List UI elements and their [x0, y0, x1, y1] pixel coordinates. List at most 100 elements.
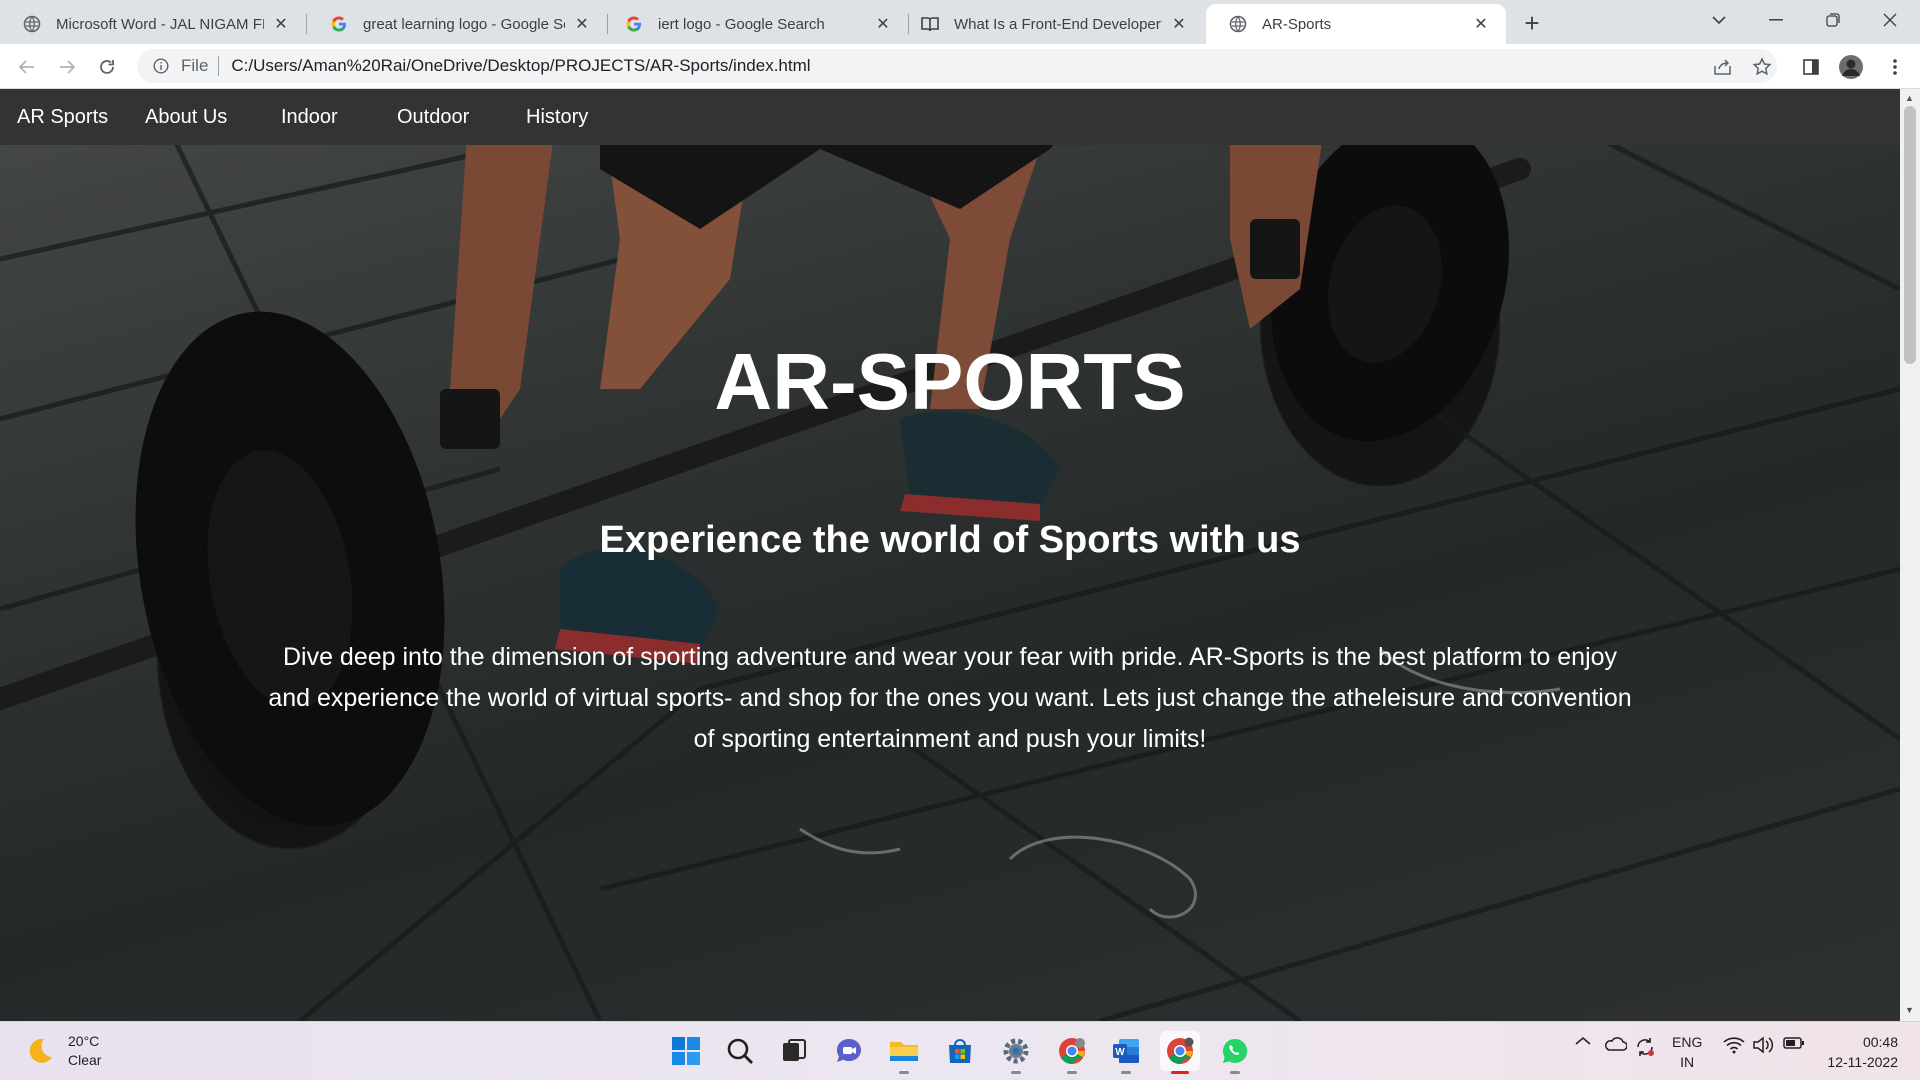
language-code: ENG: [1672, 1034, 1703, 1050]
bookmark-button[interactable]: [1749, 54, 1775, 80]
address-bar[interactable]: File C:/Users/Aman%20Rai/OneDrive/Deskto…: [137, 49, 1777, 83]
page-viewport: AR Sports About Us Indoor Outdoor Histor…: [0, 89, 1900, 1021]
chat-button[interactable]: [829, 1031, 869, 1071]
scroll-down-arrow-icon[interactable]: ▼: [1905, 1005, 1914, 1015]
forward-button[interactable]: [52, 52, 82, 82]
restore-icon: [1826, 13, 1840, 27]
network-button[interactable]: [1723, 1036, 1745, 1054]
avatar: [1839, 55, 1863, 79]
new-tab-button[interactable]: +: [1517, 8, 1547, 38]
wifi-icon: [1723, 1037, 1745, 1054]
volume-button[interactable]: [1752, 1036, 1774, 1054]
nav-link-outdoor[interactable]: Outdoor: [397, 106, 469, 129]
back-button[interactable]: [12, 52, 42, 82]
word-button[interactable]: W: [1106, 1031, 1146, 1074]
reload-button[interactable]: [92, 52, 122, 82]
running-indicator: [899, 1071, 909, 1074]
tab-title: Microsoft Word - JAL NIGAM FIR: [56, 15, 264, 33]
tab-ar-sports[interactable]: AR-Sports ✕: [1206, 4, 1506, 44]
info-icon[interactable]: [151, 56, 171, 76]
tab-title: What Is a Front-End Developer?: [954, 15, 1162, 33]
url-text[interactable]: C:/Users/Aman%20Rai/OneDrive/Desktop/PRO…: [231, 56, 810, 76]
file-explorer-button[interactable]: [884, 1031, 924, 1074]
tab-close-icon[interactable]: ✕: [872, 13, 894, 35]
tab-front-end[interactable]: What Is a Front-End Developer? ✕: [898, 4, 1204, 44]
tab-iert[interactable]: iert logo - Google Search ✕: [602, 4, 908, 44]
close-window-button[interactable]: [1862, 0, 1918, 40]
tab-title: great learning logo - Google Sea: [363, 15, 565, 33]
search-icon: [727, 1038, 753, 1064]
start-button[interactable]: [666, 1031, 706, 1071]
speaker-icon: [1753, 1036, 1774, 1054]
nav-link-history[interactable]: History: [526, 106, 588, 129]
chrome-icon: [1167, 1037, 1194, 1065]
google-icon: [624, 14, 644, 34]
close-icon: [1883, 13, 1897, 27]
nav-brand-link[interactable]: AR Sports: [17, 106, 108, 129]
page-scrollbar[interactable]: ▲ ▼: [1900, 89, 1920, 1021]
input-language-indicator[interactable]: ENG IN: [1672, 1032, 1702, 1072]
book-icon: [920, 14, 940, 34]
arrow-right-icon: [60, 60, 76, 74]
svg-text:W: W: [1115, 1047, 1125, 1058]
microsoft-store-icon: [949, 1039, 971, 1063]
reload-icon: [100, 60, 114, 74]
side-panel-button[interactable]: [1798, 54, 1824, 80]
profile-button[interactable]: [1838, 54, 1864, 80]
task-view-button[interactable]: [774, 1031, 814, 1071]
share-button[interactable]: [1710, 54, 1736, 80]
arrow-left-icon: [18, 60, 34, 74]
show-hidden-icons-button[interactable]: [1575, 1036, 1591, 1046]
battery-button[interactable]: [1783, 1036, 1805, 1050]
clock-date: 12-11-2022: [1827, 1054, 1898, 1070]
menu-button[interactable]: [1882, 54, 1908, 80]
file-explorer-icon: [890, 1042, 918, 1061]
search-button[interactable]: [720, 1031, 760, 1071]
chrome-profile-button[interactable]: [1052, 1031, 1092, 1074]
hero-section: AR Sports About Us Indoor Outdoor Histor…: [0, 89, 1900, 1021]
chevron-down-icon: [1712, 16, 1726, 25]
tab-close-icon[interactable]: ✕: [1470, 13, 1492, 35]
running-indicator: [1121, 1071, 1131, 1074]
restore-button[interactable]: [1805, 0, 1861, 40]
hero-subtitle: Experience the world of Sports with us: [599, 519, 1301, 561]
microsoft-store-button[interactable]: [940, 1031, 980, 1071]
weather-condition: Clear: [68, 1052, 102, 1068]
whatsapp-button[interactable]: [1215, 1031, 1255, 1074]
sync-icon: [1637, 1038, 1654, 1056]
word-icon: W: [1113, 1039, 1139, 1063]
whatsapp-icon: [1222, 1038, 1248, 1063]
minimize-icon: [1769, 19, 1783, 21]
start-icon: [672, 1037, 700, 1065]
weather-widget[interactable]: 20°C Clear: [22, 1032, 101, 1070]
tab-search-button[interactable]: [1691, 0, 1747, 40]
tab-close-icon[interactable]: ✕: [571, 13, 593, 35]
running-indicator: [1011, 1071, 1021, 1074]
side-panel-icon: [1803, 59, 1819, 75]
tab-word[interactable]: Microsoft Word - JAL NIGAM FIR ✕: [0, 4, 306, 44]
browser-toolbar: File C:/Users/Aman%20Rai/OneDrive/Deskto…: [0, 44, 1920, 89]
scroll-up-arrow-icon[interactable]: ▲: [1905, 93, 1914, 103]
settings-button[interactable]: [996, 1031, 1036, 1074]
sync-button[interactable]: [1634, 1036, 1656, 1058]
tab-close-icon[interactable]: ✕: [270, 13, 292, 35]
nav-link-indoor[interactable]: Indoor: [281, 106, 338, 129]
onedrive-button[interactable]: [1603, 1036, 1627, 1052]
globe-icon: [22, 14, 42, 34]
windows-taskbar: 20°C Clear W ENG IN 00:48 12-11-2022: [0, 1021, 1920, 1080]
tab-close-icon[interactable]: ✕: [1168, 13, 1190, 35]
task-view-icon: [783, 1039, 806, 1061]
url-scheme: File: [181, 56, 209, 75]
clock-time: 00:48: [1862, 1034, 1898, 1050]
running-indicator: [1230, 1071, 1240, 1074]
running-indicator: [1067, 1071, 1077, 1074]
settings-icon: [1003, 1038, 1029, 1064]
tab-great-learning[interactable]: great learning logo - Google Sea ✕: [307, 4, 607, 44]
system-clock[interactable]: 00:48 12-11-2022: [1820, 1032, 1898, 1072]
minimize-button[interactable]: [1748, 0, 1804, 40]
star-icon: [1752, 57, 1772, 76]
chevron-up-icon: [1575, 1036, 1591, 1045]
chrome-button[interactable]: [1160, 1031, 1200, 1074]
scrollbar-thumb[interactable]: [1904, 106, 1916, 364]
nav-link-about-us[interactable]: About Us: [145, 106, 227, 129]
